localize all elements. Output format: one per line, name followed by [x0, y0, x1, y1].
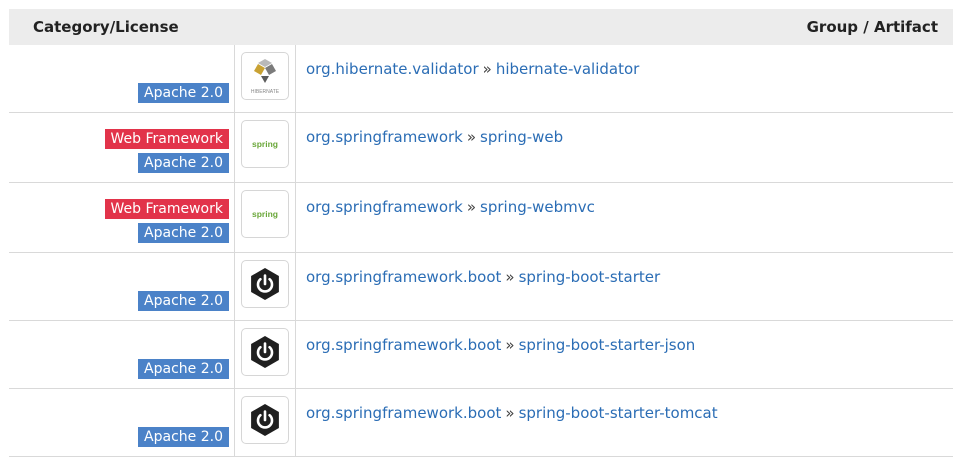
spring-boot-icon[interactable]: [241, 328, 289, 376]
hibernate-logo-text: HIBERNATE: [251, 89, 280, 95]
category-license-cell: Web Framework Apache 2.0: [9, 183, 235, 252]
badge-stack: Apache 2.0: [138, 359, 229, 379]
group-artifact-cell: org.springframework.boot» spring-boot-sta…: [296, 253, 953, 320]
group-artifact-cell: org.springframework.boot» spring-boot-sta…: [296, 321, 953, 388]
header-group-artifact: Group / Artifact: [806, 18, 938, 36]
category-license-cell: Apache 2.0: [9, 389, 235, 456]
table-header: Category/License Group / Artifact: [9, 9, 953, 45]
license-badge[interactable]: Apache 2.0: [138, 83, 229, 103]
license-badge[interactable]: Apache 2.0: [138, 359, 229, 379]
artifact-link[interactable]: spring-boot-starter-tomcat: [519, 404, 718, 422]
group-artifact: org.hibernate.validator» hibernate-valida…: [306, 60, 639, 78]
table-row: Apache 2.0 org.springframework.boot» sprin…: [9, 389, 953, 457]
logo-cell: [235, 253, 296, 320]
spring-logo-text: spring: [252, 139, 278, 149]
group-artifact: org.springframework» spring-webmvc: [306, 198, 595, 216]
spring-boot-icon[interactable]: [241, 396, 289, 444]
group-artifact: org.springframework.boot» spring-boot-sta…: [306, 404, 718, 422]
separator: »: [505, 404, 515, 422]
category-license-cell: Web Framework Apache 2.0: [9, 113, 235, 182]
header-category-license: Category/License: [33, 18, 179, 36]
spring-icon[interactable]: spring: [241, 190, 289, 238]
spring-icon[interactable]: spring: [241, 120, 289, 168]
group-artifact-cell: org.hibernate.validator» hibernate-valida…: [296, 45, 953, 112]
badge-stack: Web Framework Apache 2.0: [104, 199, 229, 243]
logo-cell: [235, 321, 296, 388]
group-artifact-cell: org.springframework» spring-web: [296, 113, 953, 182]
separator: »: [466, 128, 477, 146]
spring-boot-icon[interactable]: [241, 260, 289, 308]
logo-cell: spring: [235, 113, 296, 182]
table-row: Web Framework Apache 2.0 spring org.springf…: [9, 113, 953, 183]
artifact-link[interactable]: spring-webmvc: [480, 198, 595, 216]
group-artifact-cell: org.springframework» spring-webmvc: [296, 183, 953, 252]
license-badge[interactable]: Apache 2.0: [138, 223, 229, 243]
group-artifact: org.springframework» spring-web: [306, 128, 563, 146]
group-artifact: org.springframework.boot» spring-boot-sta…: [306, 336, 695, 354]
group-link[interactable]: org.springframework.boot: [306, 404, 501, 422]
license-badge[interactable]: Apache 2.0: [138, 153, 229, 173]
category-badge[interactable]: Web Framework: [104, 129, 229, 149]
hibernate-icon[interactable]: HIBERNATE: [241, 52, 289, 100]
group-link[interactable]: org.springframework: [306, 128, 463, 146]
badge-stack: Apache 2.0: [138, 427, 229, 447]
artifact-link[interactable]: spring-web: [480, 128, 563, 146]
separator: »: [466, 198, 477, 216]
table-row: Web Framework Apache 2.0 spring org.springf…: [9, 183, 953, 253]
artifact-link[interactable]: spring-boot-starter-json: [519, 336, 696, 354]
group-link[interactable]: org.springframework.boot: [306, 268, 501, 286]
license-badge[interactable]: Apache 2.0: [138, 291, 229, 311]
badge-stack: Apache 2.0: [138, 291, 229, 311]
separator: »: [505, 336, 515, 354]
category-badge[interactable]: Web Framework: [104, 199, 229, 219]
group-link[interactable]: org.hibernate.validator: [306, 60, 479, 78]
table-row: Apache 2.0 HIBERNATE org.hibernate.validat…: [9, 45, 953, 113]
category-license-cell: Apache 2.0: [9, 321, 235, 388]
logo-cell: HIBERNATE: [235, 45, 296, 112]
category-license-cell: Apache 2.0: [9, 45, 235, 112]
artifact-link[interactable]: spring-boot-starter: [519, 268, 661, 286]
category-license-cell: Apache 2.0: [9, 253, 235, 320]
logo-cell: [235, 389, 296, 456]
group-link[interactable]: org.springframework.boot: [306, 336, 501, 354]
logo-cell: spring: [235, 183, 296, 252]
artifact-link[interactable]: hibernate-validator: [496, 60, 640, 78]
spring-logo-text: spring: [252, 209, 278, 219]
group-artifact: org.springframework.boot» spring-boot-sta…: [306, 268, 660, 286]
separator: »: [505, 268, 515, 286]
badge-stack: Apache 2.0: [138, 83, 229, 103]
separator: »: [482, 60, 492, 78]
table-row: Apache 2.0 org.springframework.boot» sprin…: [9, 321, 953, 389]
group-artifact-cell: org.springframework.boot» spring-boot-sta…: [296, 389, 953, 456]
badge-stack: Web Framework Apache 2.0: [104, 129, 229, 173]
group-link[interactable]: org.springframework: [306, 198, 463, 216]
license-badge[interactable]: Apache 2.0: [138, 427, 229, 447]
table-row: Apache 2.0 org.springframework.boot» sprin…: [9, 253, 953, 321]
